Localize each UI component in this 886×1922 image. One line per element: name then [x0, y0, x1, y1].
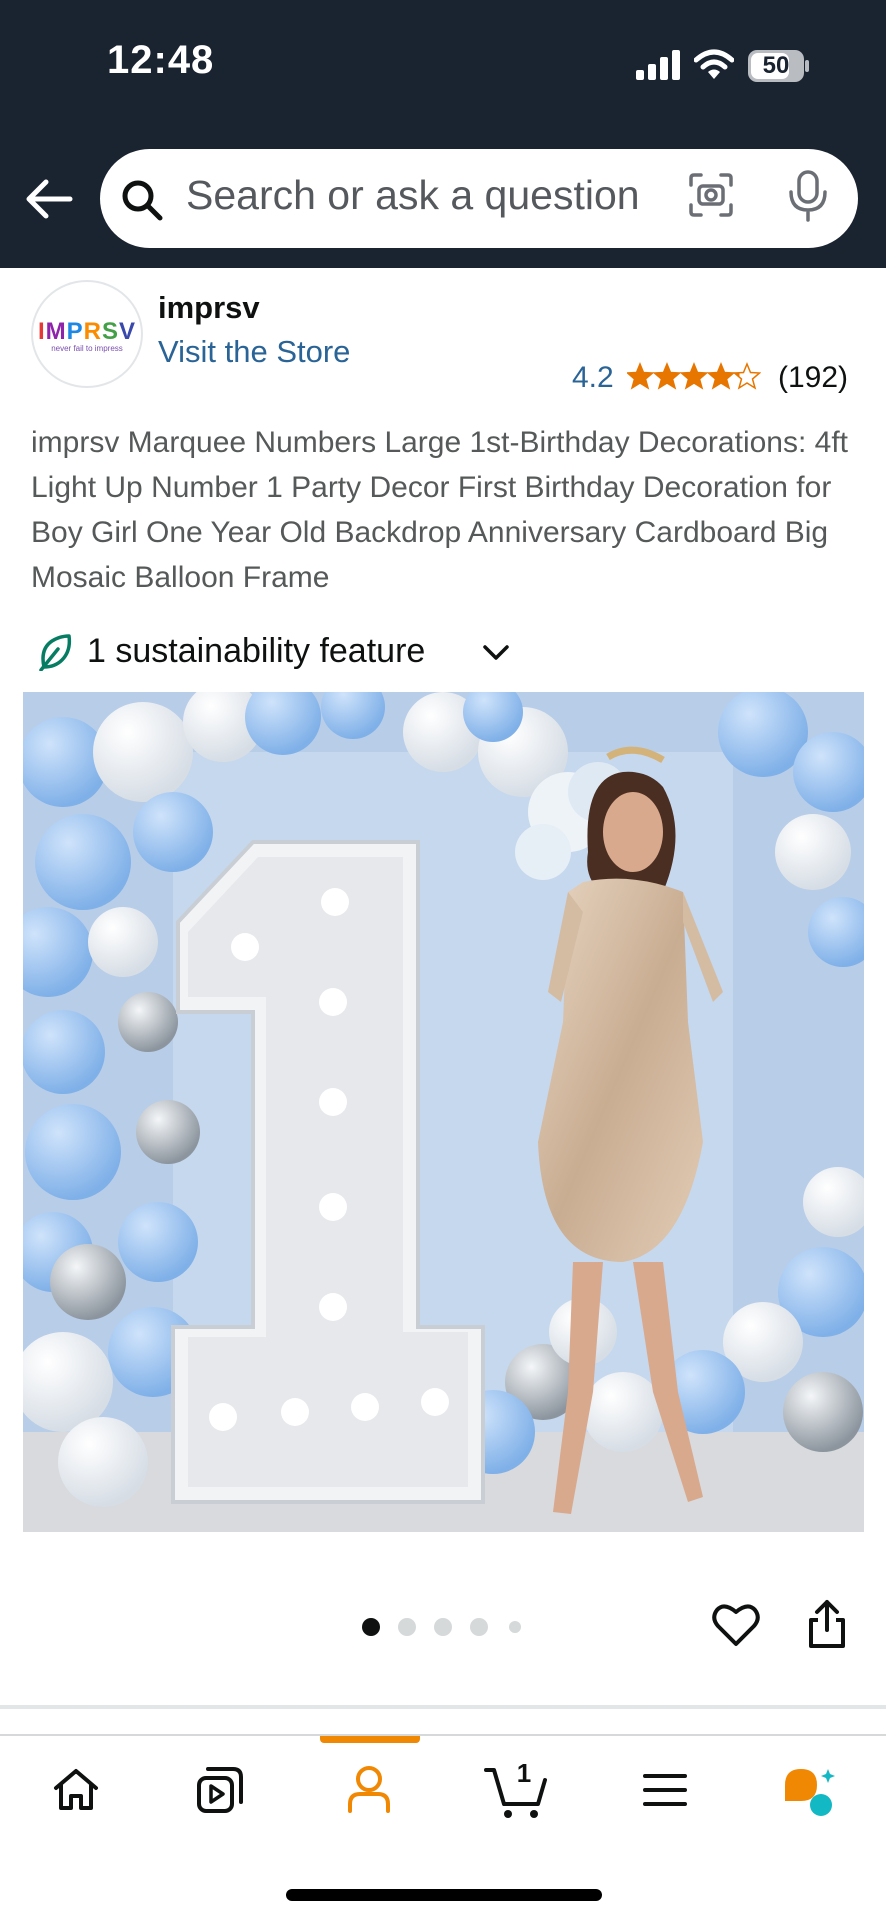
rufus-ai-icon[interactable] [783, 1765, 839, 1817]
chevron-down-icon[interactable] [482, 642, 510, 664]
product-image[interactable] [23, 692, 864, 1532]
star-icon [627, 363, 654, 389]
rating-count[interactable]: (192) [778, 361, 848, 395]
rating-value[interactable]: 4.2 [572, 361, 614, 395]
battery-level: 50 [762, 52, 790, 79]
home-indicator [286, 1889, 602, 1901]
star-icon [707, 363, 735, 389]
wifi-icon [694, 49, 734, 79]
carousel-dot[interactable] [509, 1621, 521, 1633]
leaf-icon [39, 634, 72, 671]
menu-icon[interactable] [642, 1772, 688, 1808]
carousel-dot[interactable] [470, 1618, 488, 1636]
back-arrow-icon[interactable] [24, 174, 74, 224]
sustainability-feature[interactable]: 1 sustainability feature [87, 632, 425, 671]
share-icon[interactable] [806, 1598, 848, 1650]
account-icon[interactable] [346, 1764, 392, 1814]
status-time: 12:48 [107, 38, 215, 82]
heart-icon[interactable] [712, 1602, 760, 1648]
video-icon[interactable] [196, 1766, 244, 1814]
carousel-dot[interactable] [434, 1618, 452, 1636]
carousel-dot[interactable] [398, 1618, 416, 1636]
brand-name[interactable]: imprsv [158, 290, 260, 326]
star-partial-icon [733, 363, 761, 389]
search-icon [122, 180, 163, 221]
section-divider [0, 1705, 886, 1709]
microphone-icon[interactable] [786, 170, 830, 222]
carousel-dot[interactable] [362, 1618, 380, 1636]
signal-icon [636, 50, 682, 80]
search-input[interactable]: Search or ask a question [186, 172, 640, 219]
home-icon[interactable] [52, 1768, 100, 1812]
rating-stars[interactable] [627, 362, 761, 390]
brand-logo-text: IMPRSV [37, 318, 137, 345]
star-icon [680, 363, 708, 389]
camera-search-icon[interactable] [688, 172, 734, 218]
product-photo [23, 692, 864, 1532]
visit-store-link[interactable]: Visit the Store [158, 334, 350, 370]
brand-logo[interactable]: IMPRSV never fail to impress [31, 280, 143, 388]
battery-icon: 50 [748, 50, 810, 82]
star-icon [653, 363, 681, 389]
product-title: imprsv Marquee Numbers Large 1st-Birthda… [31, 426, 849, 594]
cart-count-badge: 1 [516, 1758, 532, 1788]
brand-logo-tagline: never fail to impress [51, 344, 123, 353]
nav-active-indicator [320, 1736, 420, 1743]
